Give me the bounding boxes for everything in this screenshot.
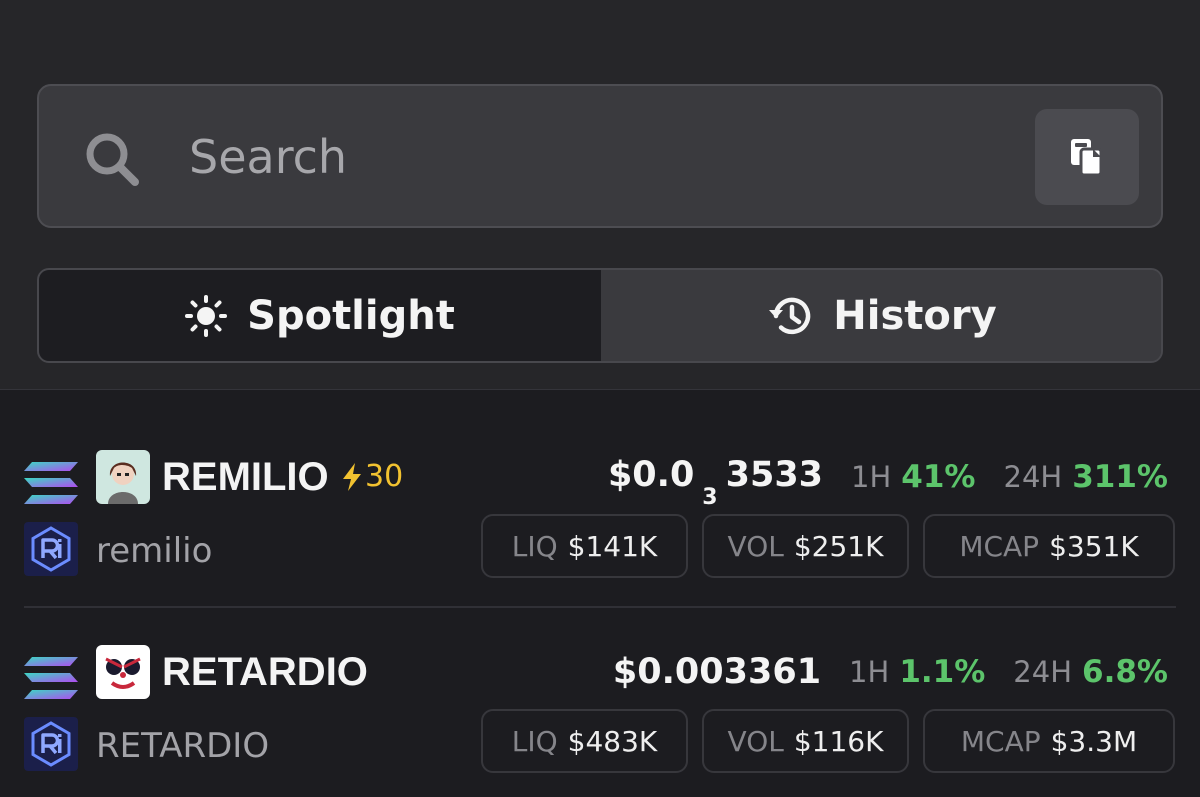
- tab-spotlight[interactable]: Spotlight: [39, 270, 601, 361]
- token-avatar: [96, 645, 150, 699]
- change-24h-label: 24H: [1013, 655, 1073, 689]
- price-line: $0.003361 1H 1.1% 24H 6.8%: [613, 645, 1168, 699]
- row-divider: [24, 606, 1176, 608]
- token-name: RETARDIO: [96, 726, 270, 766]
- market-cap-stat: MCAP $3.3M: [923, 709, 1175, 773]
- search-header: Spotlight History: [0, 0, 1200, 390]
- liquidity-stat: LIQ $141K: [481, 514, 688, 578]
- token-price: $0.033533: [607, 454, 824, 510]
- raydium-icon: [24, 522, 78, 576]
- search-input[interactable]: [189, 120, 1009, 194]
- change-1h: 1.1%: [899, 654, 986, 690]
- solana-icon: [24, 657, 78, 699]
- token-symbol: REMILIO: [162, 455, 329, 499]
- history-icon: [769, 297, 811, 334]
- change-1h-label: 1H: [851, 460, 892, 494]
- token-name: remilio: [96, 531, 213, 571]
- paste-button[interactable]: [1035, 109, 1139, 205]
- boost-count: 30: [365, 459, 404, 494]
- solana-icon: [24, 462, 78, 504]
- change-1h-label: 1H: [849, 655, 890, 689]
- tab-history-label: History: [833, 292, 997, 339]
- sun-icon: [185, 294, 228, 337]
- boost-badge: 30: [341, 452, 403, 502]
- search-icon: [86, 133, 139, 186]
- token-row[interactable]: RETARDIO RETARDIO $0.003361 1H 1.1% 24H …: [0, 645, 1200, 797]
- change-24h: 311%: [1072, 459, 1168, 495]
- token-avatar: [96, 450, 150, 504]
- volume-stat: VOL $251K: [702, 514, 909, 578]
- tab-history[interactable]: History: [601, 270, 1161, 361]
- tab-spotlight-label: Spotlight: [247, 292, 455, 339]
- search-bar[interactable]: [37, 84, 1163, 228]
- token-symbol: RETARDIO: [162, 650, 368, 694]
- liquidity-stat: LIQ $483K: [481, 709, 688, 773]
- token-price: $0.003361: [612, 652, 822, 692]
- volume-stat: VOL $116K: [702, 709, 909, 773]
- change-24h: 6.8%: [1082, 654, 1168, 690]
- price-line: $0.033533 1H 41% 24H 311%: [607, 450, 1168, 510]
- raydium-icon: [24, 717, 78, 771]
- token-row[interactable]: REMILIO 30 remilio $0.033533 1H 41% 24H …: [0, 450, 1200, 610]
- change-24h-label: 24H: [1003, 460, 1063, 494]
- change-1h: 41%: [901, 459, 976, 495]
- price-zero-count: 3: [702, 484, 718, 510]
- market-cap-stat: MCAP $351K: [923, 514, 1175, 578]
- clipboard-icon: [1071, 139, 1103, 177]
- tab-bar: Spotlight History: [37, 268, 1163, 363]
- lightning-icon: [343, 463, 361, 491]
